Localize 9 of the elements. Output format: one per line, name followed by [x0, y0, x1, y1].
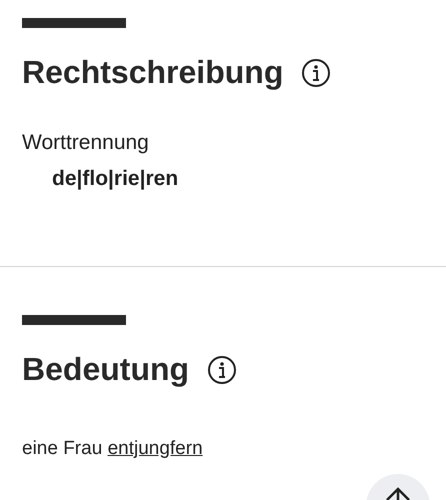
info-icon[interactable] [301, 58, 332, 88]
section-heading: Bedeutung [22, 351, 190, 388]
info-icon[interactable] [207, 354, 238, 384]
arrow-up-icon [385, 486, 411, 500]
section-heading: Rechtschreibung [22, 54, 284, 91]
hyphenation-value: de|flo|rie|ren [52, 167, 180, 191]
meaning-text: eine Frau entjungfern [22, 438, 204, 460]
word-link[interactable]: entjungfern [108, 438, 203, 459]
hyphenation-label: Worttrennung [22, 131, 150, 155]
